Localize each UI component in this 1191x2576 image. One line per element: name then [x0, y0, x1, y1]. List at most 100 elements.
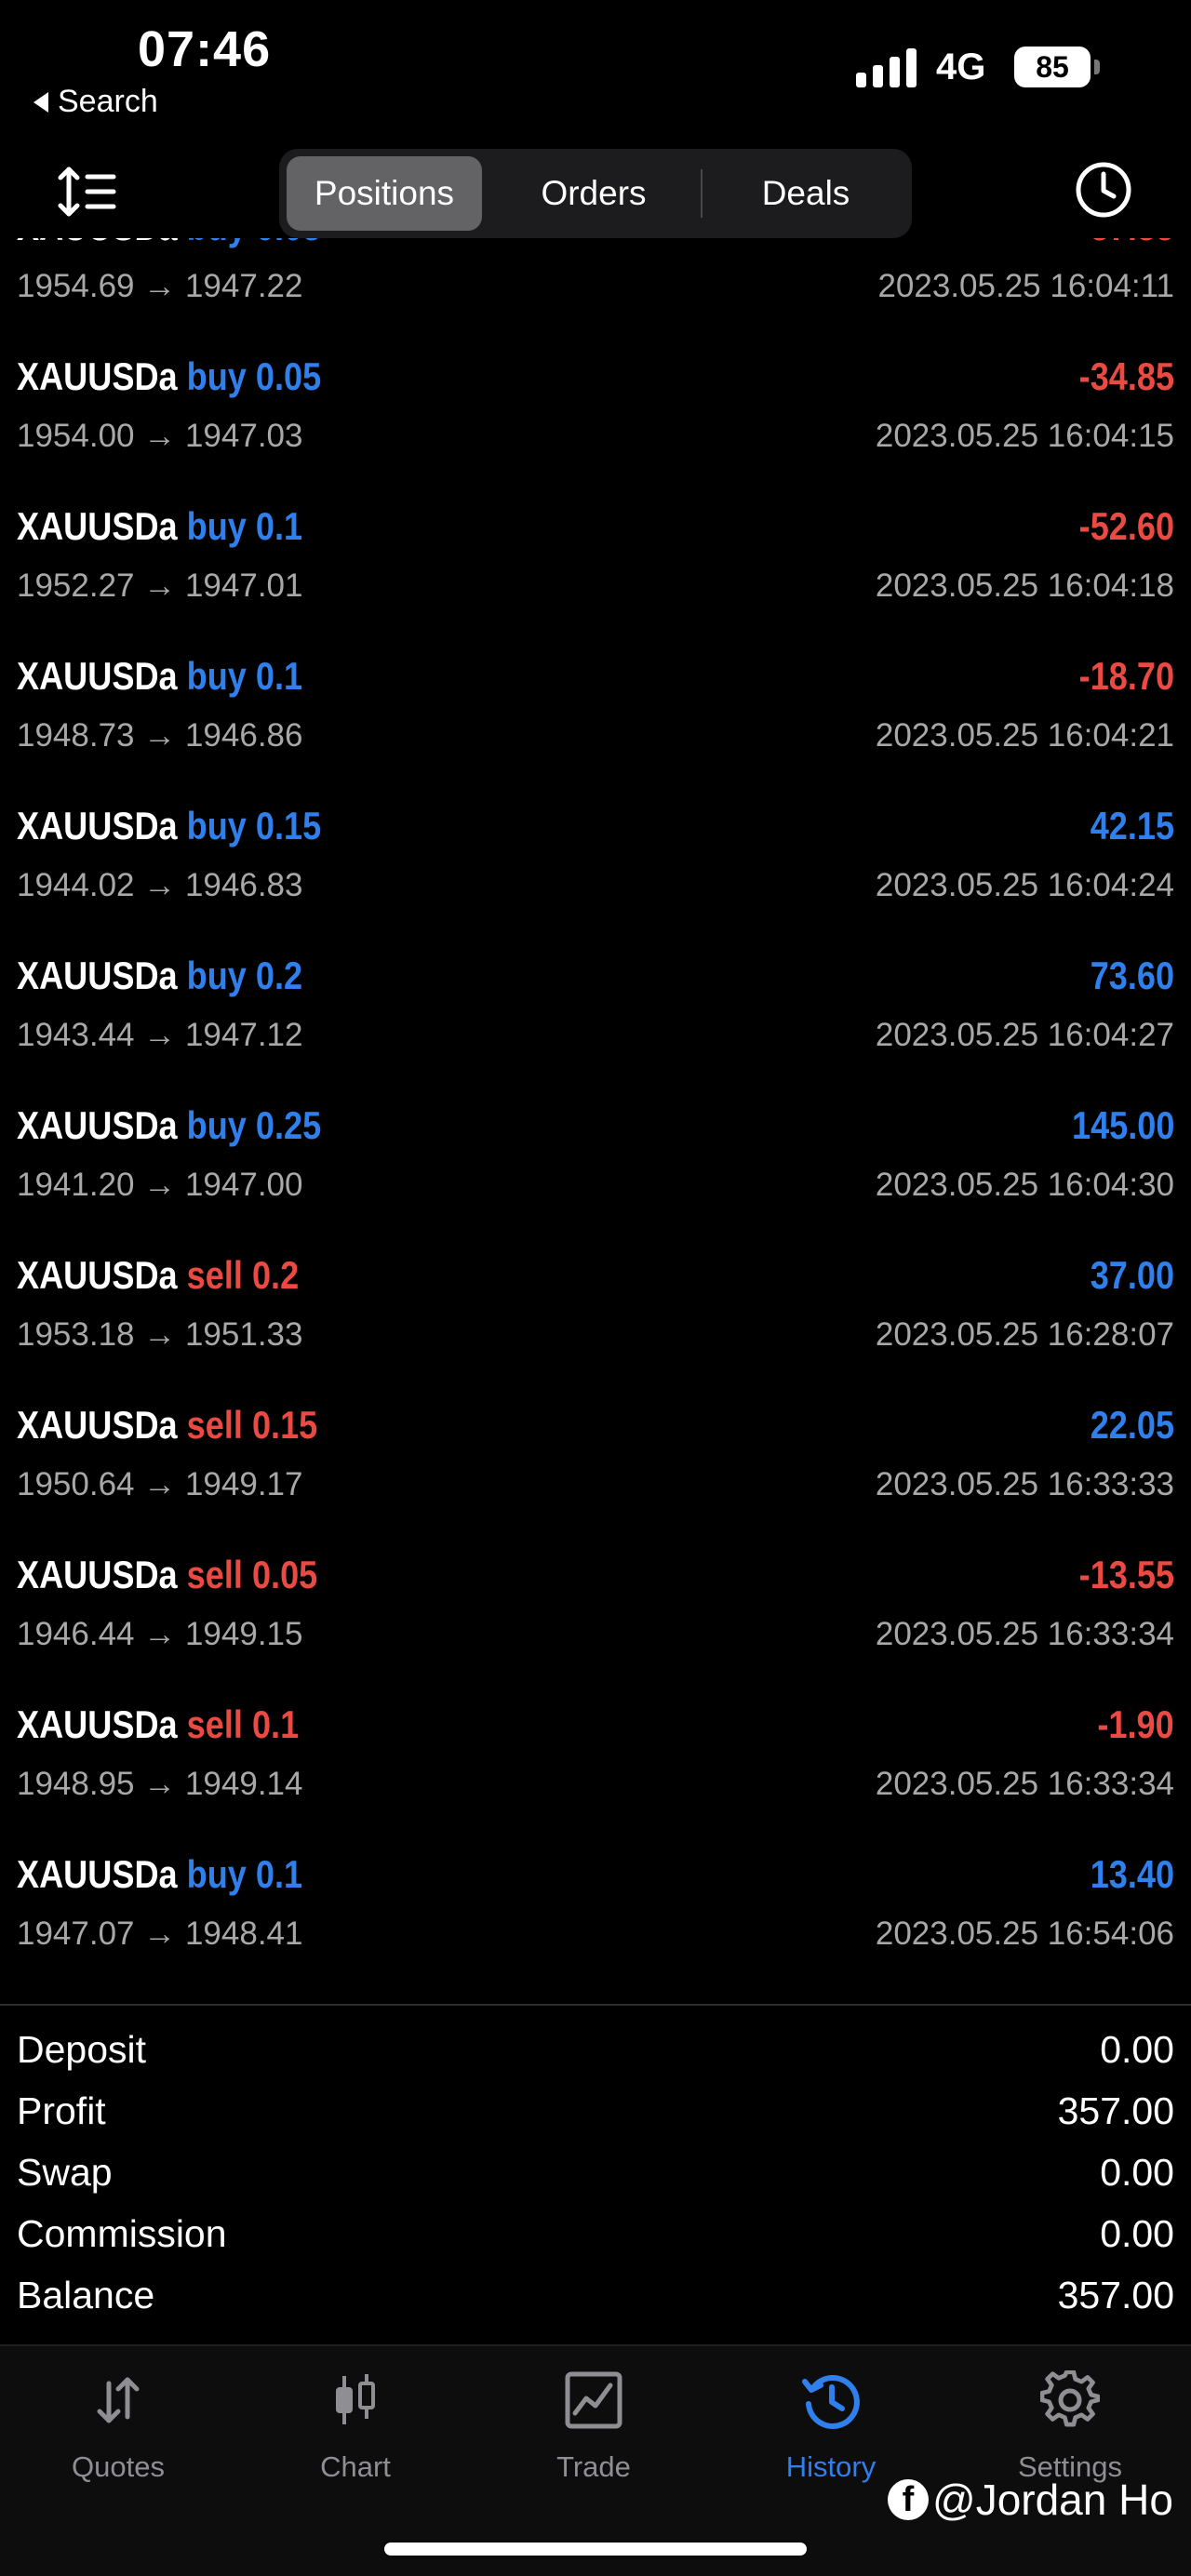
- position-volume: 0.15: [255, 804, 322, 848]
- positions-orders-deals-segmented-control: Positions Orders Deals: [279, 149, 912, 238]
- position-time: 2023.05.25 16:04:11: [877, 268, 1174, 304]
- summary-label: Commission: [17, 2212, 227, 2255]
- trade-chart-icon: [565, 2371, 622, 2429]
- position-profit: -37.35: [1079, 238, 1174, 249]
- summary-row-swap: Swap 0.00: [0, 2142, 1191, 2203]
- position-symbol: XAUUSDa: [17, 954, 178, 997]
- position-time: 2023.05.25 16:54:06: [875, 1915, 1174, 1952]
- position-row[interactable]: XAUUSDa sell 0.05 1946.44 → 1949.15 -13.55…: [0, 1530, 1191, 1680]
- summary-row-balance: Balance 357.00: [0, 2264, 1191, 2326]
- position-profit: 145.00: [1071, 1103, 1174, 1147]
- position-type: buy: [187, 238, 247, 248]
- back-search-label: Search: [58, 84, 158, 119]
- position-type: buy: [186, 504, 247, 548]
- position-row[interactable]: XAUUSDa buy 0.1 1948.73 → 1946.86 -18.70 20…: [0, 632, 1191, 781]
- history-clock-icon: [802, 2375, 860, 2429]
- position-type: sell: [186, 1553, 243, 1596]
- position-symbol: XAUUSDa: [17, 1852, 178, 1896]
- candlestick-icon: [336, 2374, 375, 2424]
- position-profit: -34.85: [1078, 354, 1174, 398]
- tab-positions[interactable]: Positions: [287, 156, 482, 231]
- network-type: 4G: [936, 47, 986, 87]
- tab-settings[interactable]: Settings: [977, 2370, 1163, 2491]
- tab-quotes[interactable]: Quotes: [25, 2370, 211, 2491]
- position-symbol: XAUUSDa: [17, 1403, 178, 1447]
- tab-chart[interactable]: Chart: [262, 2370, 448, 2491]
- summary-row-deposit: Deposit 0.00: [0, 2019, 1191, 2080]
- clock-icon: [1076, 162, 1131, 218]
- position-price-range: 1954.00 → 1947.03: [17, 418, 303, 454]
- position-row[interactable]: XAUUSDa sell 0.1 1948.95 → 1949.14 -1.90 20…: [0, 1680, 1191, 1830]
- position-symbol-line: XAUUSDa sell 0.1: [17, 1702, 299, 1747]
- position-volume: 0.2: [251, 1253, 300, 1297]
- position-profit: 42.15: [1090, 804, 1174, 848]
- position-row[interactable]: XAUUSDa buy 0.1 1952.27 → 1947.01 -52.60 20…: [0, 482, 1191, 632]
- position-type: sell: [186, 1702, 243, 1746]
- tab-deals-label: Deals: [761, 174, 850, 212]
- summary-value: 357.00: [1057, 2089, 1174, 2132]
- position-volume: 0.05: [255, 354, 322, 398]
- tab-chart-label: Chart: [320, 2450, 391, 2483]
- position-volume: 0.15: [251, 1403, 318, 1447]
- position-type: buy: [186, 954, 247, 997]
- position-volume: 0.2: [255, 954, 303, 997]
- home-indicator[interactable]: [384, 2543, 807, 2556]
- position-price-range: 1950.64 → 1949.17: [17, 1466, 303, 1502]
- tab-orders[interactable]: Orders: [491, 156, 696, 231]
- position-time: 2023.05.25 16:04:30: [875, 1167, 1174, 1203]
- tab-deals[interactable]: Deals: [707, 156, 904, 231]
- position-row[interactable]: XAUUSDa buy 0.25 1941.20 → 1947.00 145.00 2…: [0, 1081, 1191, 1231]
- position-symbol-line: XAUUSDa sell 0.05: [17, 1553, 317, 1597]
- position-row[interactable]: XAUUSDa buy 0.05 1954.69 → 1947.22 -37.35 2…: [0, 238, 1191, 332]
- summary-value: 0.00: [1100, 2212, 1174, 2255]
- position-row[interactable]: XAUUSDa buy 0.05 1954.00 → 1947.03 -34.85 2…: [0, 332, 1191, 482]
- summary-label: Swap: [17, 2151, 113, 2194]
- status-bar: 07:46 Search 4G 85: [0, 0, 1191, 130]
- tab-orders-label: Orders: [541, 174, 647, 212]
- position-price-range: 1952.27 → 1947.01: [17, 567, 303, 604]
- position-profit: 37.00: [1090, 1253, 1174, 1297]
- positions-list[interactable]: XAUUSDa buy 0.05 1954.69 → 1947.22 -37.35 2…: [0, 238, 1191, 2003]
- position-price-range: 1944.02 → 1946.83: [17, 867, 303, 903]
- position-symbol: XAUUSDa: [17, 238, 178, 248]
- position-type: buy: [186, 354, 247, 398]
- position-price-range: 1943.44 → 1947.12: [17, 1017, 303, 1053]
- position-volume: 0.1: [255, 1852, 303, 1896]
- bottom-tab-bar: Quotes Chart Trade History Settings: [0, 2344, 1191, 2576]
- battery-nub: [1094, 60, 1100, 74]
- position-row[interactable]: XAUUSDa buy 0.15 1944.02 → 1946.83 42.15 20…: [0, 781, 1191, 931]
- position-row[interactable]: XAUUSDa buy 0.1 1947.07 → 1948.41 13.40 202…: [0, 1830, 1191, 1980]
- period-clock-button[interactable]: [1074, 160, 1133, 220]
- position-row[interactable]: XAUUSDa buy 0.2 1943.44 → 1947.12 73.60 202…: [0, 931, 1191, 1081]
- position-time: 2023.05.25 16:33:34: [875, 1616, 1174, 1652]
- position-symbol: XAUUSDa: [17, 1553, 178, 1596]
- position-price-range: 1941.20 → 1947.00: [17, 1167, 303, 1203]
- position-time: 2023.05.25 16:33:34: [875, 1766, 1174, 1802]
- tab-trade[interactable]: Trade: [501, 2370, 687, 2491]
- position-volume: 0.1: [255, 654, 303, 698]
- position-symbol-line: XAUUSDa buy 0.1: [17, 654, 302, 699]
- position-time: 2023.05.25 16:04:21: [875, 717, 1174, 754]
- sort-button[interactable]: [56, 164, 121, 220]
- position-time: 2023.05.25 16:04:24: [875, 867, 1174, 903]
- position-price-range: 1948.95 → 1949.14: [17, 1766, 303, 1802]
- position-type: buy: [186, 1103, 247, 1147]
- summary-value: 0.00: [1100, 2151, 1174, 2194]
- position-volume: 0.05: [256, 238, 321, 248]
- position-type: buy: [186, 654, 247, 698]
- position-type: sell: [186, 1403, 243, 1447]
- position-row[interactable]: XAUUSDa sell 0.15 1950.64 → 1949.17 22.05 2…: [0, 1381, 1191, 1530]
- position-time: 2023.05.25 16:04:27: [875, 1017, 1174, 1053]
- position-time: 2023.05.25 16:28:07: [875, 1316, 1174, 1353]
- summary-label: Profit: [17, 2089, 106, 2132]
- sort-icon: [58, 167, 116, 217]
- position-profit: 73.60: [1090, 954, 1174, 997]
- back-to-search-link[interactable]: Search: [33, 84, 158, 120]
- position-time: 2023.05.25 16:04:15: [875, 418, 1174, 454]
- position-symbol: XAUUSDa: [17, 654, 178, 698]
- position-price-range: 1946.44 → 1949.15: [17, 1616, 303, 1652]
- position-type: buy: [186, 804, 247, 848]
- position-row[interactable]: XAUUSDa sell 0.2 1953.18 → 1951.33 37.00 20…: [0, 1231, 1191, 1381]
- tab-history[interactable]: History: [738, 2370, 924, 2491]
- position-symbol: XAUUSDa: [17, 354, 178, 398]
